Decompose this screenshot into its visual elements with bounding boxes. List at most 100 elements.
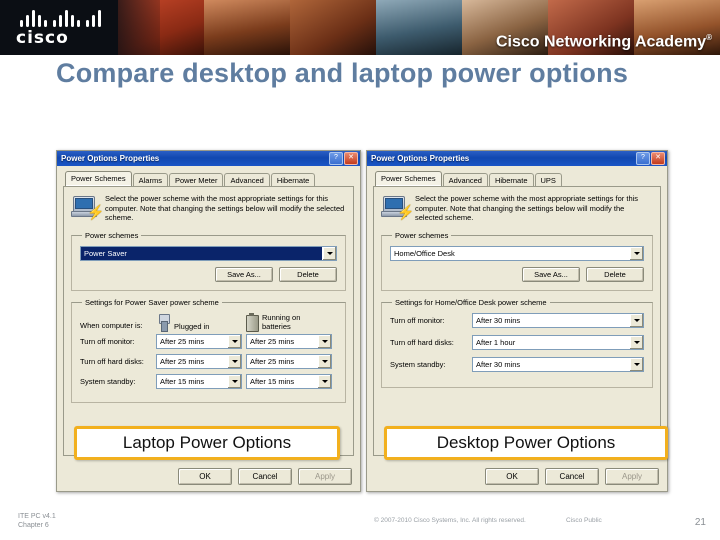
turn-off-hard-disks-select[interactable]: After 1 hour [472,334,644,350]
turn-off-monitor-battery-select[interactable]: After 25 mins [246,333,332,349]
chevron-down-icon[interactable] [227,354,241,368]
turn-off-monitor-plugged-select[interactable]: After 25 mins [156,333,242,349]
system-standby-label: System standby: [80,376,136,386]
chevron-down-icon[interactable] [629,357,643,371]
desktop-scheme-value: Home/Office Desk [394,248,455,258]
turn-off-hard-disks-label: Turn off hard disks: [80,356,144,366]
laptop-tab-strip: Power Schemes Alarms Power Meter Advance… [65,171,354,187]
tab-hibernate[interactable]: Hibernate [270,173,316,187]
tab-power-schemes[interactable]: Power Schemes [375,171,442,186]
desktop-info-text: Select the power scheme with the most ap… [415,194,639,222]
laptop-settings-header: When computer is: Plugged in Running on … [80,312,337,332]
delete-button[interactable]: Delete [586,266,644,282]
chevron-down-icon[interactable] [317,374,331,388]
desktop-power-schemes-panel: ⚡ Select the power scheme with the most … [373,186,661,456]
turn-off-hard-disks-label: Turn off hard disks: [390,337,454,347]
laptop-info-text: Select the power scheme with the most ap… [105,194,345,222]
delete-button[interactable]: Delete [279,266,337,282]
turn-off-monitor-battery-value: After 25 mins [250,336,295,346]
laptop-row-turn-off-monitor: Turn off monitor: After 25 mins After 25… [80,333,337,349]
battery-icon [244,312,259,332]
system-standby-battery-select[interactable]: After 15 mins [246,373,332,389]
cancel-button[interactable]: Cancel [238,468,292,485]
turn-off-hard-disks-battery-select[interactable]: After 25 mins [246,353,332,369]
header-photo [376,0,462,55]
chevron-down-icon[interactable] [227,374,241,388]
laptop-scheme-buttons: Save As... Delete [80,266,337,282]
tab-hibernate[interactable]: Hibernate [488,173,534,187]
ok-button[interactable]: OK [178,468,232,485]
footer-copyright: © 2007-2010 Cisco Systems, Inc. All righ… [374,517,526,524]
system-standby-battery-value: After 15 mins [250,376,295,386]
cisco-wordmark: cisco [16,28,69,48]
system-standby-select[interactable]: After 30 mins [472,356,644,372]
chevron-down-icon[interactable] [317,354,331,368]
desktop-row-turn-off-hard-disks: Turn off hard disks: After 1 hour [390,334,644,350]
system-standby-value: After 30 mins [476,359,521,369]
system-standby-plugged-select[interactable]: After 15 mins [156,373,242,389]
laptop-dialog-footer: OK Cancel Apply [57,468,360,485]
chevron-down-icon[interactable] [629,335,643,349]
computer-power-icon: ⚡ [381,193,414,221]
header-photo [290,0,376,55]
page-title: Compare desktop and laptop power options [56,58,629,88]
desktop-scheme-select[interactable]: Home/Office Desk [390,245,644,261]
cisco-logo: cisco [14,8,110,48]
help-icon[interactable]: ? [636,152,650,165]
chevron-down-icon[interactable] [227,334,241,348]
header-photo [204,0,290,55]
apply-button[interactable]: Apply [298,468,352,485]
desktop-row-turn-off-monitor: Turn off monitor: After 30 mins [390,312,644,328]
footer-course-info: ITE PC v4.1 Chapter 6 [18,512,56,530]
slide-footer: ITE PC v4.1 Chapter 6 © 2007-2010 Cisco … [0,504,720,540]
turn-off-hard-disks-plugged-value: After 25 mins [160,356,205,366]
footer-page-number: 21 [694,517,706,528]
cancel-button[interactable]: Cancel [545,468,599,485]
laptop-dialog-titlebar[interactable]: Power Options Properties ? ✕ [57,151,360,166]
tab-ups[interactable]: UPS [534,173,562,187]
plugged-in-label: Plugged in [174,321,210,331]
tab-power-meter[interactable]: Power Meter [168,173,224,187]
turn-off-hard-disks-value: After 1 hour [476,337,516,347]
footer-confidentiality: Cisco Public [566,517,602,524]
system-standby-label: System standby: [390,359,446,369]
ok-button[interactable]: OK [485,468,539,485]
laptop-scheme-value: Power Saver [81,246,322,260]
help-icon[interactable]: ? [329,152,343,165]
trademark-symbol: ® [706,32,712,42]
laptop-settings-legend: Settings for Power Saver power scheme [85,297,219,307]
turn-off-hard-disks-plugged-select[interactable]: After 25 mins [156,353,242,369]
desktop-dialog-titlebar[interactable]: Power Options Properties ? ✕ [367,151,667,166]
tab-advanced[interactable]: Advanced [442,173,488,187]
desktop-callout-label: Desktop Power Options [384,426,668,460]
header-banner: cisco Cisco Networking Academy® [0,0,720,55]
close-icon[interactable]: ✕ [344,152,358,165]
desktop-row-system-standby: System standby: After 30 mins [390,356,644,372]
laptop-power-schemes-group: Power schemes Power Saver Save As... Del… [71,230,346,291]
plugged-in-column: Plugged in [156,313,240,332]
laptop-row-turn-off-hard-disks: Turn off hard disks: After 25 mins After… [80,353,337,369]
chevron-down-icon[interactable] [322,246,336,260]
desktop-dialog-title: Power Options Properties [371,154,470,163]
apply-button[interactable]: Apply [605,468,659,485]
running-on-batteries-label: Running on batteries [262,312,301,331]
turn-off-monitor-label: Turn off monitor: [80,336,135,346]
turn-off-monitor-plugged-value: After 25 mins [160,336,205,346]
turn-off-monitor-select[interactable]: After 30 mins [472,312,644,328]
save-as-button[interactable]: Save As... [215,266,273,282]
close-icon[interactable]: ✕ [651,152,665,165]
networking-academy-text: Cisco Networking Academy [495,33,707,50]
tab-power-schemes[interactable]: Power Schemes [65,171,132,186]
chevron-down-icon[interactable] [629,313,643,327]
save-as-button[interactable]: Save As... [522,266,580,282]
chevron-down-icon[interactable] [317,334,331,348]
laptop-dialog-title: Power Options Properties [61,154,160,163]
laptop-dialog-window-buttons: ? ✕ [329,152,358,165]
footer-chapter: Chapter 6 [18,522,49,529]
tab-advanced[interactable]: Advanced [224,173,270,187]
chevron-down-icon[interactable] [629,246,643,260]
tab-alarms[interactable]: Alarms [132,173,168,187]
power-plug-icon [156,313,171,332]
networking-academy-title: Cisco Networking Academy® [496,33,712,51]
laptop-scheme-select[interactable]: Power Saver [80,245,337,261]
